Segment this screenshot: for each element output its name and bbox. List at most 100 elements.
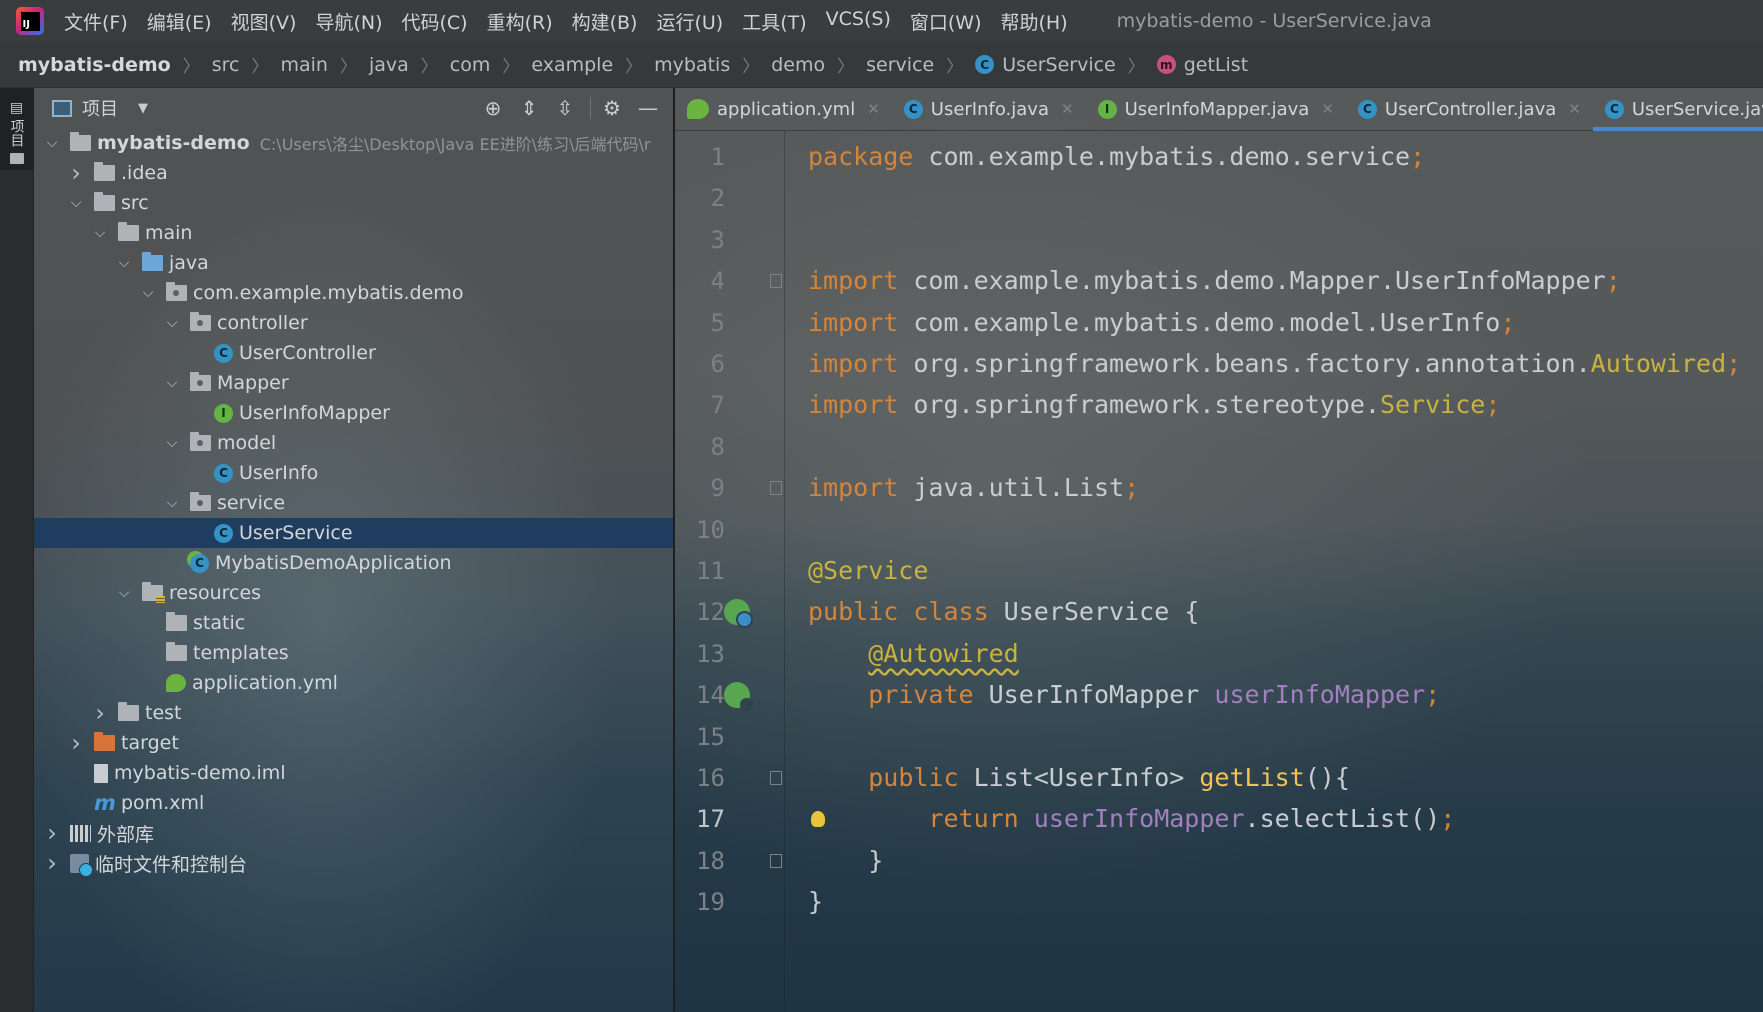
tree-item[interactable]: ›IUserInfoMapper — [34, 398, 673, 428]
fold-icon[interactable] — [770, 771, 782, 785]
tree-item-label: application.yml — [192, 672, 338, 694]
tree-item[interactable]: ⌵ java — [34, 248, 673, 278]
folder-icon — [9, 153, 24, 164]
chevron-down-icon[interactable]: ⌵ — [164, 315, 180, 331]
fold-icon[interactable] — [770, 481, 782, 496]
tree-item[interactable]: › target — [34, 728, 673, 758]
code-area[interactable]: 1 2 3 4 5 6 7 8 9 10 11 12 13 14 15 16 17 18 19 package co… — [675, 131, 1763, 1012]
line-number: 5 — [710, 308, 725, 337]
breadcrumb-item[interactable]: main — [280, 54, 327, 76]
chevron-right-icon[interactable]: › — [92, 699, 108, 727]
chevron-right-icon[interactable]: › — [68, 159, 84, 187]
project-tool-tab[interactable]: ▤ 项目 — [0, 88, 33, 170]
fold-icon[interactable] — [770, 853, 782, 868]
chevron-down-icon[interactable]: ⌵ — [140, 285, 156, 301]
editor-tab[interactable]: application.yml ✕ — [675, 88, 892, 130]
tree-item[interactable]: ›application.yml — [34, 668, 673, 698]
chevron-down-icon[interactable]: ⌵ — [68, 195, 84, 211]
breadcrumb-item[interactable]: example — [531, 54, 613, 76]
code-line: public List<UserInfo> getList(){ — [808, 758, 1350, 798]
menu-item[interactable]: 工具(T) — [742, 8, 806, 35]
editor-tab[interactable]: I UserInfoMapper.java ✕ — [1086, 88, 1346, 130]
tree-item-label: mybatis-demo.iml — [114, 762, 286, 784]
menu-item[interactable]: VCS(S) — [826, 8, 891, 35]
tree-item[interactable]: › .idea — [34, 158, 673, 188]
tree-item[interactable]: ⌵ model — [34, 428, 673, 458]
menu-item[interactable]: 视图(V) — [231, 8, 297, 35]
fold-icon[interactable] — [770, 274, 782, 289]
code-token: } — [808, 845, 884, 875]
chevron-down-icon[interactable]: ⌵ — [44, 135, 60, 151]
code-token: ; — [1440, 804, 1456, 834]
chevron-down-icon[interactable]: ▼ — [138, 101, 148, 116]
breadcrumb-item[interactable]: service — [866, 54, 934, 76]
tree-item-label: templates — [193, 642, 289, 664]
breadcrumb-item[interactable]: demo — [771, 54, 825, 76]
editor-tab[interactable]: C UserController.java ✕ — [1346, 88, 1593, 130]
locate-file-icon[interactable]: ⊕ — [482, 96, 504, 120]
tree-item[interactable]: ⌵ Mapper — [34, 368, 673, 398]
tree-item-label: UserService — [239, 522, 353, 544]
chevron-down-icon[interactable]: ⌵ — [164, 375, 180, 391]
menu-item[interactable]: 文件(F) — [64, 8, 128, 35]
line-number: 15 — [696, 722, 725, 751]
menu-item[interactable]: 运行(U) — [656, 8, 723, 35]
tree-item[interactable]: › 外部库 — [34, 818, 673, 848]
chevron-down-icon[interactable]: ⌵ — [116, 585, 132, 601]
gear-icon[interactable]: ⚙ — [601, 96, 623, 120]
tree-item[interactable]: › test — [34, 698, 673, 728]
chevron-down-icon[interactable]: ⌵ — [164, 435, 180, 451]
tree-item[interactable]: ›mybatis-demo.iml — [34, 758, 673, 788]
autowired-bean-icon[interactable] — [724, 682, 753, 712]
breadcrumb-item[interactable]: java — [369, 54, 409, 76]
collapse-all-icon[interactable]: ⇳ — [554, 96, 576, 120]
chevron-down-icon[interactable]: ⌵ — [116, 255, 132, 271]
breadcrumb-item[interactable]: mybatis-demo — [18, 54, 171, 76]
hide-panel-icon[interactable]: — — [637, 96, 659, 120]
breadcrumb-item[interactable]: mybatis — [654, 54, 730, 76]
close-icon[interactable]: ✕ — [1061, 100, 1074, 118]
chevron-down-icon[interactable]: ⌵ — [164, 495, 180, 511]
menu-item[interactable]: 窗口(W) — [910, 8, 982, 35]
menu-item[interactable]: 导航(N) — [315, 8, 382, 35]
menu-item[interactable]: 代码(C) — [401, 8, 467, 35]
tree-item[interactable]: ›CUserController — [34, 338, 673, 368]
breadcrumb-item[interactable]: src — [212, 54, 240, 76]
tree-item[interactable]: ⌵ mybatis-demo C:\Users\洛尘\Desktop\Java EE… — [34, 128, 673, 158]
tree-item[interactable]: ⌵ main — [34, 218, 673, 248]
tree-item[interactable]: ⌵ service — [34, 488, 673, 518]
menu-item[interactable]: 构建(B) — [572, 8, 638, 35]
menu-item[interactable]: 帮助(H) — [1001, 8, 1068, 35]
tree-item[interactable]: ›templates — [34, 638, 673, 668]
tree-item[interactable]: ›static — [34, 608, 673, 638]
menu-item[interactable]: 编辑(E) — [147, 8, 212, 35]
close-icon[interactable]: ✕ — [1568, 100, 1581, 118]
close-icon[interactable]: ✕ — [1321, 100, 1334, 118]
tree-item[interactable]: ›mpom.xml — [34, 788, 673, 818]
tree-item[interactable]: ›CUserService — [34, 518, 673, 548]
breadcrumb-item[interactable]: m getList — [1156, 53, 1249, 76]
tree-item[interactable]: › 临时文件和控制台 — [34, 848, 673, 878]
tree-item[interactable]: ⌵ resources — [34, 578, 673, 608]
editor-tab[interactable]: C UserInfo.java ✕ — [892, 88, 1086, 130]
expand-all-icon[interactable]: ⇕ — [518, 96, 540, 120]
tree-item[interactable]: ›CMybatisDemoApplication — [34, 548, 673, 578]
chevron-right-icon[interactable]: › — [44, 819, 60, 847]
spring-bean-icon[interactable] — [724, 599, 753, 629]
breadcrumb-item[interactable]: C UserService — [975, 54, 1116, 76]
breadcrumb-label: mybatis-demo — [18, 53, 171, 76]
project-view-title[interactable]: 项目 — [82, 95, 118, 121]
breadcrumb-label: getList — [1183, 53, 1249, 76]
tree-item[interactable]: ⌵ controller — [34, 308, 673, 338]
menu-item[interactable]: 重构(R) — [487, 8, 553, 35]
tree-item[interactable]: ⌵ src — [34, 188, 673, 218]
close-icon[interactable]: ✕ — [867, 100, 880, 118]
chevron-right-icon[interactable]: › — [68, 729, 84, 757]
tree-item[interactable]: ⌵ com.example.mybatis.demo — [34, 278, 673, 308]
tree-item[interactable]: ›CUserInfo — [34, 458, 673, 488]
breadcrumb-item[interactable]: com — [450, 54, 491, 76]
chevron-right-icon[interactable]: › — [44, 849, 60, 877]
chevron-down-icon[interactable]: ⌵ — [92, 225, 108, 241]
editor-tab[interactable]: CUserService.java✕ — [1592, 88, 1763, 131]
chevron-right-icon: 〉 — [625, 57, 643, 77]
